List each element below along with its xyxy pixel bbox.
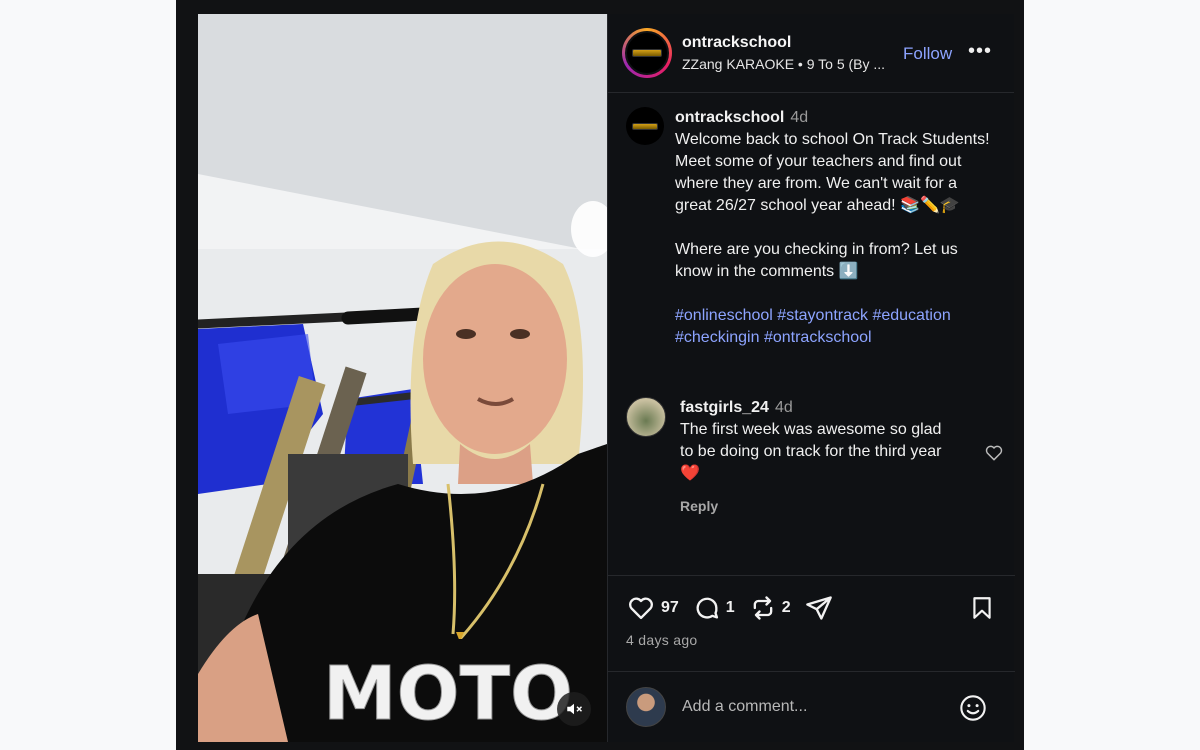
comment-text: The first week was awesome so glad to be… bbox=[680, 421, 942, 482]
mute-button[interactable] bbox=[557, 692, 591, 726]
like-count: 97 bbox=[661, 599, 679, 616]
comment-input[interactable] bbox=[682, 698, 942, 716]
comment-bubble-icon bbox=[696, 597, 718, 619]
like-button[interactable]: 97 bbox=[626, 594, 679, 622]
post-caption: ontrackschool 4d Welcome back to school O… bbox=[626, 107, 1006, 349]
commenter-avatar[interactable] bbox=[626, 397, 666, 437]
save-button[interactable] bbox=[969, 594, 995, 627]
header-username[interactable]: ontrackschool bbox=[682, 34, 900, 52]
repost-button[interactable]: 2 bbox=[749, 594, 791, 622]
add-comment-bar bbox=[608, 671, 1015, 742]
comment-item: fastgirls_24 4d The first week was awesom… bbox=[626, 397, 1006, 517]
caption-question: Where are you checking in from? Let us k… bbox=[675, 241, 958, 280]
school-logo-icon bbox=[632, 122, 658, 130]
current-user-avatar[interactable] bbox=[626, 687, 666, 727]
post-timestamp: 4 days ago bbox=[626, 632, 698, 648]
post-side-panel: ontrackschool ZZang KARAOKE • 9 To 5 (By… bbox=[607, 14, 1015, 742]
send-icon bbox=[805, 596, 832, 620]
video-frame: MOTO bbox=[198, 14, 607, 742]
bookmark-icon bbox=[973, 597, 991, 619]
caption-username[interactable]: ontrackschool bbox=[675, 109, 784, 126]
emoji-button[interactable] bbox=[959, 694, 987, 727]
share-button[interactable] bbox=[805, 594, 833, 622]
post-header: ontrackschool ZZang KARAOKE • 9 To 5 (By… bbox=[608, 14, 1014, 93]
reply-button[interactable]: Reply bbox=[680, 495, 950, 517]
comment-button[interactable]: 1 bbox=[693, 594, 735, 622]
speaker-muted-icon bbox=[567, 703, 583, 715]
post-actions: 97 1 2 4 days ago bbox=[608, 575, 1015, 671]
profile-avatar[interactable] bbox=[622, 28, 672, 78]
school-logo-icon bbox=[632, 49, 662, 57]
caption-text: Welcome back to school On Track Students… bbox=[675, 131, 990, 214]
audio-track[interactable]: ZZang KARAOKE • 9 To 5 (By ... bbox=[682, 56, 900, 72]
comment-count: 1 bbox=[725, 599, 735, 616]
shirt-print: MOTO bbox=[323, 651, 573, 737]
commenter-username[interactable]: fastgirls_24 bbox=[680, 399, 769, 416]
caption-time: 4d bbox=[790, 109, 809, 126]
more-options-icon[interactable]: ••• bbox=[968, 40, 992, 63]
follow-button[interactable]: Follow bbox=[903, 44, 952, 64]
post-video[interactable]: MOTO bbox=[198, 14, 607, 742]
caption-hashtags[interactable]: #onlineschool #stayontrack #education #c… bbox=[675, 305, 995, 349]
heart-icon bbox=[629, 597, 653, 620]
comment-like-button[interactable] bbox=[984, 443, 1004, 468]
repost-count: 2 bbox=[781, 599, 791, 616]
caption-avatar[interactable] bbox=[626, 107, 664, 145]
smiley-icon bbox=[960, 695, 986, 721]
comment-time: 4d bbox=[774, 399, 793, 416]
repost-icon bbox=[753, 596, 773, 620]
post-dialog: MOTO ontrackschool ZZang KARAOKE • 9 To … bbox=[198, 14, 1015, 742]
heart-icon bbox=[985, 445, 1003, 461]
